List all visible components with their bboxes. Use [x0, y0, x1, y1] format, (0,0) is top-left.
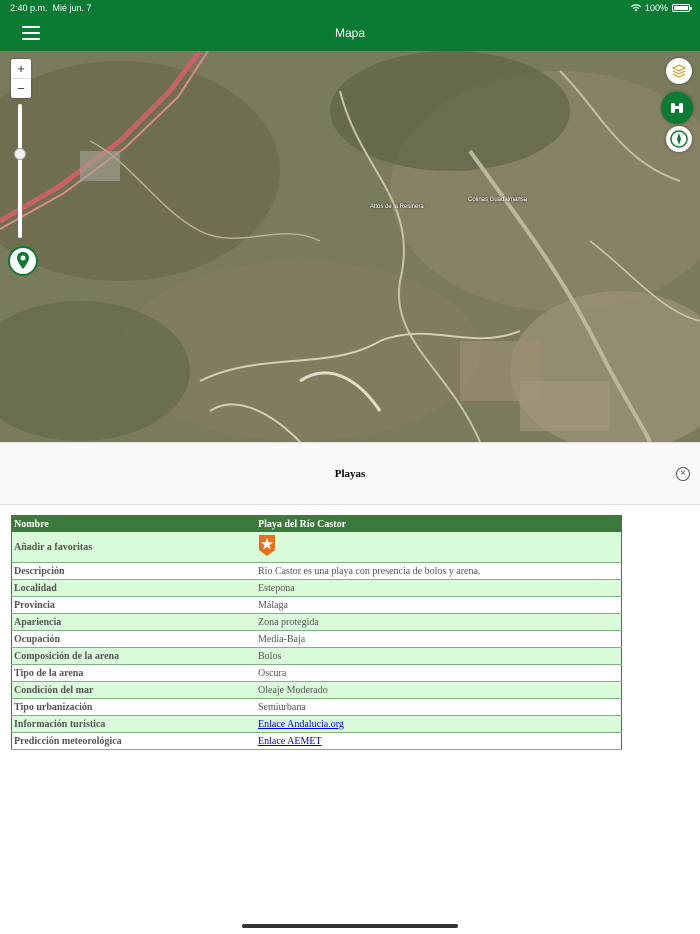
map-label-colinas: Colinas Guadalmansa	[468, 197, 528, 203]
zoom-slider-handle[interactable]	[14, 148, 26, 160]
add-favorite-star-icon[interactable]	[258, 535, 276, 556]
home-indicator	[242, 924, 458, 928]
status-time: 2:40 p.m. Mié jun. 7	[10, 3, 92, 13]
nav-bar: Mapa	[0, 16, 700, 51]
layers-button[interactable]	[666, 58, 692, 84]
external-link[interactable]: Enlace Andalucia.org	[258, 719, 344, 730]
zoom-control: + −	[11, 59, 31, 98]
row-value: Semiurbana	[256, 698, 622, 716]
status-right: 100%	[630, 3, 692, 13]
row-label: Localidad	[11, 579, 256, 597]
row-label: Descripción	[11, 562, 256, 580]
table-row: Localidad Estepona	[11, 579, 622, 597]
map-terrain	[0, 51, 700, 442]
battery-icon	[672, 4, 692, 12]
row-value: Estepona	[256, 579, 622, 597]
row-value: Media-Baja	[256, 630, 622, 648]
table-row: Composición de la arena Bolos	[11, 647, 622, 665]
page-title: Mapa	[334, 26, 366, 40]
row-value: Zona protegida	[256, 613, 622, 631]
panel-title: Playas	[334, 468, 366, 480]
table-row: Predicción meteorológica Enlace AEMET	[11, 732, 622, 750]
row-value: Oscura	[256, 664, 622, 682]
location-pin-icon	[17, 252, 29, 269]
compass-icon	[670, 130, 688, 148]
row-value: Málaga	[256, 596, 622, 614]
table-row: Tipo urbanización Semiurbana	[11, 698, 622, 716]
favorites-label: Añadir a favoritas	[11, 532, 256, 563]
beach-info-panel: Playas × Nombre Playa del Río Castor Aña…	[0, 442, 700, 923]
map-label-altos: Altos de la Resinera	[370, 204, 424, 210]
table-header-row: Nombre Playa del Río Castor	[11, 515, 622, 532]
table-row: Provincia Málaga	[11, 596, 622, 614]
binoculars-button[interactable]	[661, 92, 693, 124]
row-label: Ocupación	[11, 630, 256, 648]
zoom-in-button[interactable]: +	[11, 59, 31, 78]
row-value: Oleaje Moderado	[256, 681, 622, 699]
table-row: Información turística Enlace Andalucia.or…	[11, 715, 622, 733]
beach-info-table: Nombre Playa del Río Castor Añadir a fav…	[11, 515, 622, 750]
header-name-label: Nombre	[11, 515, 256, 532]
layers-icon	[671, 64, 687, 78]
table-row: Tipo de la arena Oscura	[11, 664, 622, 682]
status-bar: 2:40 p.m. Mié jun. 7 100%	[0, 0, 700, 16]
row-value: Río Castor es una playa con presencia de…	[256, 562, 622, 580]
row-label: Composición de la arena	[11, 647, 256, 665]
table-row-favorites: Añadir a favoritas	[11, 532, 622, 563]
header-beach-name: Playa del Río Castor	[256, 515, 622, 532]
row-label: Tipo urbanización	[11, 698, 256, 716]
row-value: Bolos	[256, 647, 622, 665]
row-label: Apariencia	[11, 613, 256, 631]
row-label: Tipo de la arena	[11, 664, 256, 682]
row-label: Predicción meteorológica	[11, 732, 256, 750]
location-pin-button[interactable]	[8, 246, 38, 276]
wifi-icon	[630, 4, 641, 12]
zoom-slider-track[interactable]	[18, 104, 22, 238]
table-row: Apariencia Zona protegida	[11, 613, 622, 631]
external-link[interactable]: Enlace AEMET	[258, 736, 322, 747]
binoculars-icon	[671, 103, 683, 113]
row-label: Condición del mar	[11, 681, 256, 699]
panel-header: Playas ×	[0, 443, 700, 505]
row-label: Provincia	[11, 596, 256, 614]
row-label: Información turística	[11, 715, 256, 733]
close-icon[interactable]: ×	[676, 467, 690, 481]
battery-percent: 100%	[644, 3, 668, 13]
table-row: Descripción Río Castor es una playa con p…	[11, 562, 622, 580]
table-row: Ocupación Media-Baja	[11, 630, 622, 648]
satellite-map[interactable]: Altos de la Resinera Colinas Guadalmansa…	[0, 51, 700, 442]
compass-button[interactable]	[666, 126, 692, 152]
zoom-out-button[interactable]: −	[11, 78, 31, 98]
table-row: Condición del mar Oleaje Moderado	[11, 681, 622, 699]
